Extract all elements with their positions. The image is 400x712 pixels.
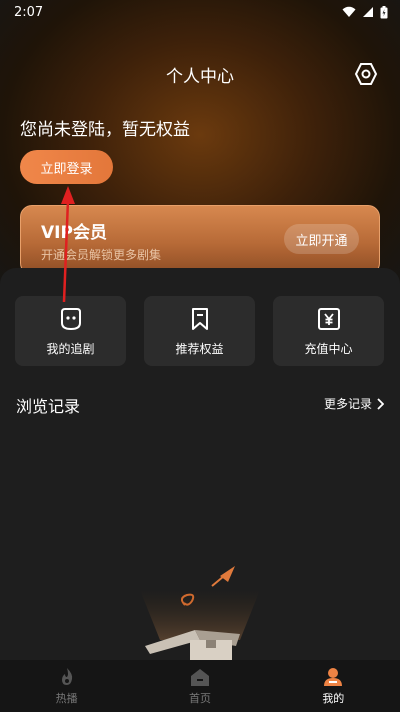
vip-subtitle: 开通会员解锁更多剧集: [41, 248, 162, 262]
tab-mine[interactable]: 我的: [293, 667, 373, 706]
tab-home[interactable]: 首页: [160, 667, 240, 706]
face-icon: [60, 307, 81, 330]
user-icon: [324, 667, 343, 686]
page-header: 个人中心: [0, 60, 400, 88]
yen-icon: [317, 307, 340, 330]
login-button[interactable]: 立即登录: [20, 150, 113, 184]
signal-icon: [363, 7, 373, 17]
battery-icon: [380, 5, 388, 18]
status-bar: 2:07: [0, 0, 400, 24]
recharge-center-label: 充值中心: [304, 341, 353, 356]
bottom-tab-bar: 热播 首页 我的: [0, 660, 400, 712]
page-title: 个人中心: [166, 66, 234, 87]
flame-icon: [61, 667, 72, 685]
more-history-link[interactable]: 更多记录: [324, 395, 384, 412]
tab-hot[interactable]: 热播: [27, 667, 107, 706]
login-prompt: 您尚未登陆，暂无权益: [20, 120, 190, 140]
tab-hot-label: 热播: [55, 691, 78, 705]
vip-title: VIP会员: [41, 223, 107, 243]
home-icon: [190, 668, 209, 686]
tab-mine-label: 我的: [322, 691, 345, 705]
status-icons: [342, 5, 388, 19]
vip-card[interactable]: VIP会员 开通会员解锁更多剧集 立即开通: [20, 205, 380, 275]
recharge-center-button[interactable]: 充值中心: [273, 296, 384, 366]
empty-box-illustration: [140, 566, 260, 660]
my-follow-label: 我的追剧: [46, 341, 95, 356]
chevron-right-icon: [377, 397, 384, 410]
status-time: 2:07: [14, 4, 44, 20]
wifi-icon: [342, 6, 356, 17]
settings-button[interactable]: [352, 60, 380, 88]
recommend-benefits-button[interactable]: 推荐权益: [144, 296, 255, 366]
more-history-label: 更多记录: [323, 397, 372, 411]
history-title: 浏览记录: [16, 397, 81, 416]
vip-open-button[interactable]: 立即开通: [284, 224, 359, 254]
tab-home-label: 首页: [188, 691, 211, 705]
bookmark-icon: [191, 307, 208, 330]
recommend-benefits-label: 推荐权益: [175, 341, 224, 356]
settings-icon: [354, 63, 378, 85]
my-follow-button[interactable]: 我的追剧: [15, 296, 126, 366]
